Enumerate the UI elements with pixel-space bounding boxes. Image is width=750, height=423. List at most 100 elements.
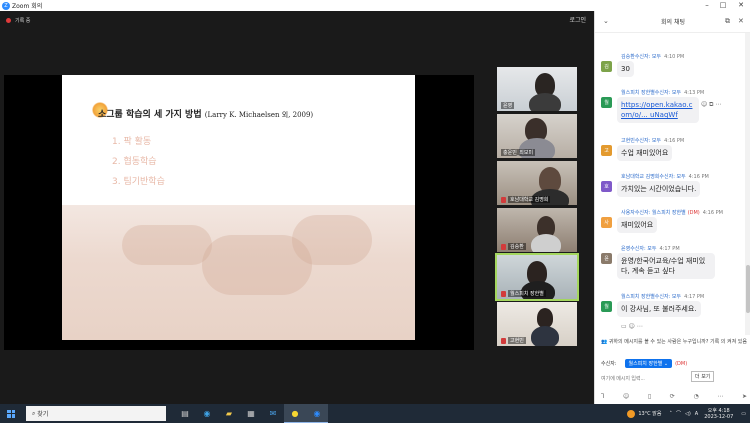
chat-compose: 👥 귀하의 메시지를 볼 수 있는 사람은 누구입니까? 기록 의 켜져 있음 …: [595, 335, 750, 404]
participant-tile[interactable]: 김승환: [497, 208, 577, 252]
send-icon[interactable]: ➤: [742, 393, 747, 400]
presentation-slide: 소그룹 학습의 세 가지 방법 (Larry K. Michaelsen 외, …: [62, 75, 415, 340]
slide-list-item: 1. 팍 활동: [112, 137, 152, 147]
message-recipient: 수신자: 모두: [630, 246, 657, 252]
participant-tile[interactable]: 호남대학교 김명희: [497, 161, 577, 205]
participant-tile[interactable]: 고현빈: [497, 302, 577, 346]
close-icon[interactable]: ✕: [734, 0, 748, 11]
popout-icon[interactable]: ⧉: [725, 17, 730, 26]
slide-title-text: 소그룹 학습의 세 가지 방법: [98, 110, 202, 120]
message-sender-name: 윤영: [621, 246, 631, 252]
taskbar-search-label: 찾기: [37, 411, 49, 418]
message-time: 4:13 PM: [684, 90, 705, 96]
start-button[interactable]: [0, 404, 22, 423]
message-sender-name: 호남대학교 김명희: [621, 174, 660, 180]
meeting-area: 기록 중 로그인 소그룹 학습의 세 가지 방법 (Larry K. Micha…: [0, 11, 594, 404]
chat-message-input[interactable]: [601, 373, 743, 385]
message-sender: 월스피치 장한별수신자: 모두 4:17 PM: [621, 293, 704, 300]
chat-scrollbar[interactable]: [745, 33, 750, 335]
message-bubble: https://open.kakao.com/o/... uNaqWf: [617, 97, 699, 123]
chat-toolbar: Ꞁ ☺ ▯ ⟳ ◔ ⋯ ➤: [601, 393, 747, 400]
recipient-row: 수신자: 월스피치 장한별 ⌄ (DM): [601, 359, 687, 368]
close-icon[interactable]: ✕: [738, 17, 744, 25]
avatar: 윤: [601, 253, 612, 264]
zoom-app-icon[interactable]: ◉: [306, 404, 328, 423]
kakaotalk-icon[interactable]: ●: [284, 404, 306, 423]
file-icon[interactable]: ▯: [648, 393, 651, 400]
recording-label: 기록 중: [15, 17, 31, 24]
shared-screen: 소그룹 학습의 세 가지 방법 (Larry K. Michaelsen 외, …: [4, 75, 474, 350]
taskbar-search[interactable]: ⌕ 찾기: [26, 406, 166, 421]
message-recipient: 수신자: 모두: [654, 90, 682, 96]
message-sender-name: 김승환: [621, 54, 635, 60]
recipient-select[interactable]: 월스피치 장한별 ⌄: [624, 359, 673, 368]
participant-tile-active-speaker[interactable]: 월스피치 장한별: [495, 253, 579, 301]
participant-strip: 윤영 충운민_최보미 호남대학교 김명희 김승환 월스피치 장한별 고현빈: [495, 67, 579, 349]
slide-list-item: 2. 협동학습: [112, 157, 157, 167]
more-icon[interactable]: ⋯: [717, 393, 723, 400]
scrollbar-thumb[interactable]: [746, 265, 750, 313]
chat-visibility-notice[interactable]: 👥 귀하의 메시지를 볼 수 있는 사람은 누구입니까? 기록 의 켜져 있음: [601, 339, 747, 346]
message-time: 4:16 PM: [688, 174, 709, 180]
emoji-icon[interactable]: ☺: [623, 393, 629, 400]
format-icon[interactable]: Ꞁ: [601, 393, 604, 400]
photo-hands-shape: [122, 225, 212, 265]
network-icon[interactable]: ⌒: [676, 410, 681, 417]
file-explorer-icon[interactable]: ▰: [218, 404, 240, 423]
message-sender: 월스피치 장한별수신자: 모두 4:13 PM: [621, 89, 704, 96]
dm-label: (DM): [687, 210, 700, 216]
message-bubble: 재미있어요: [617, 217, 658, 233]
message-sender-name: 고현빈: [621, 138, 635, 144]
volume-icon[interactable]: ◁): [685, 411, 691, 417]
ime-icon[interactable]: A: [695, 411, 698, 417]
chat-message-list[interactable]: 김 김승환수신자: 모두 4:10 PM 30 월 월스피치 장한별수신자: 모두…: [595, 33, 745, 335]
avatar: 고: [601, 145, 612, 156]
participant-silhouette: [531, 234, 561, 252]
participant-tile[interactable]: 충운민_최보미: [497, 114, 577, 158]
message-recipient: 수신자: 모두: [634, 138, 662, 144]
message-sender-name: 사용자: [621, 210, 635, 216]
system-tray: 13°C 맑음 ˄ ⌒ ◁) A 오후 4:18 2023-12-07 ▭: [627, 404, 750, 423]
mic-muted-icon: [501, 197, 506, 203]
message-time: 4:17 PM: [659, 246, 680, 252]
slide-background-photo: [62, 205, 415, 340]
slide-title: 소그룹 학습의 세 가지 방법 (Larry K. Michaelsen 외, …: [98, 107, 313, 120]
participant-name: 호남대학교 김명희: [508, 196, 551, 203]
window-title: Zoom 회의: [12, 3, 43, 10]
message-link[interactable]: https://open.kakao.com/o/... uNaqWf: [621, 101, 692, 119]
message-recipient: 수신자: 모두: [634, 54, 662, 60]
mic-muted-icon: [501, 291, 506, 297]
minimize-icon[interactable]: –: [700, 0, 714, 11]
os-taskbar: ⌕ 찾기 ▤ ◉ ▰ ▦ ✉ ● ◉ 13°C 맑음 ˄ ⌒ ◁) A 오후 4…: [0, 404, 750, 423]
reaction-icon[interactable]: ◔: [693, 393, 698, 400]
mail-icon[interactable]: ✉: [262, 404, 284, 423]
login-label[interactable]: 로그인: [569, 15, 586, 24]
message-bubble: 가치있는 시간이었습니다.: [617, 181, 701, 197]
edge-icon[interactable]: ◉: [196, 404, 218, 423]
recipient-select-value: 월스피치 장한별: [628, 361, 663, 367]
recipient-label: 수신자:: [601, 361, 617, 367]
message-actions[interactable]: ▭ ☺ ⋯: [621, 323, 643, 330]
screenshot-icon[interactable]: ⟳: [670, 393, 675, 400]
avatar: 월: [601, 97, 612, 108]
avatar: 김: [601, 61, 612, 72]
message-actions[interactable]: ☺ ⧉ ⋯: [701, 101, 721, 109]
notification-icon[interactable]: ▭: [741, 411, 746, 417]
taskbar-clock[interactable]: 오후 4:18 2023-12-07: [704, 408, 733, 420]
chat-visibility-text: 귀하의 메시지를 볼 수 있는 사람은 누구입니까? 기록 의 켜져 있음: [608, 339, 747, 345]
message-time: 4:10 PM: [664, 54, 685, 60]
maximize-icon[interactable]: □: [716, 0, 730, 11]
meeting-topbar: 기록 중: [0, 11, 594, 29]
participant-tile[interactable]: 윤영: [497, 67, 577, 111]
task-view-icon[interactable]: ▤: [174, 404, 196, 423]
message-bubble: 수업 재미있어요: [617, 145, 673, 161]
screen: Z Zoom 회의 – □ ✕ 기록 중 로그인 소그룹 학습의 세 가지 방법…: [0, 0, 750, 423]
message-bubble: 이 강사님, 또 불러주세요.: [617, 301, 701, 317]
message-time: 4:16 PM: [664, 138, 685, 144]
chevron-down-icon[interactable]: ⌄: [603, 17, 609, 25]
message-recipient: 수신자: 모두: [654, 294, 682, 300]
participant-silhouette: [529, 93, 561, 111]
store-icon[interactable]: ▦: [240, 404, 262, 423]
weather-label[interactable]: 13°C 맑음: [638, 410, 661, 417]
tray-overflow-icon[interactable]: ˄: [669, 411, 672, 417]
